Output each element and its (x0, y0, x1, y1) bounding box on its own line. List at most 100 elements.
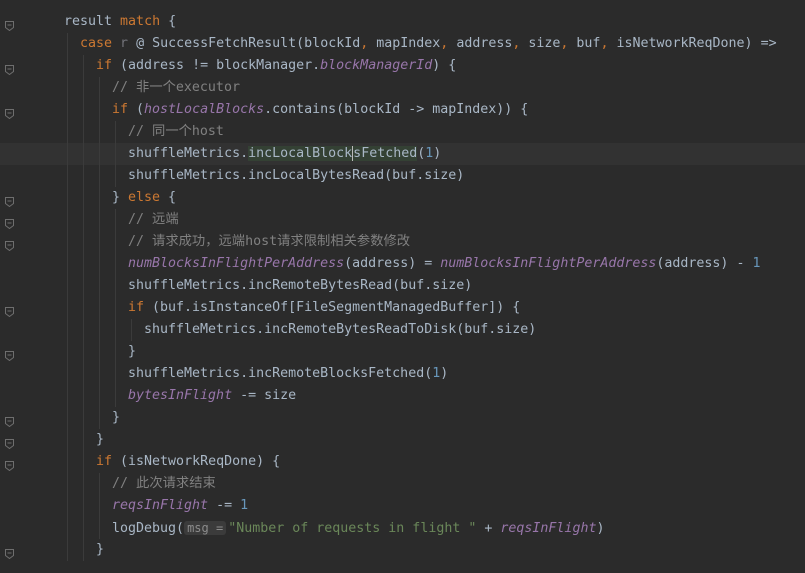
indent-guide (99, 209, 100, 231)
code-line[interactable]: case r @ SuccessFetchResult(blockId, map… (0, 33, 805, 55)
parameter-hint: msg = (184, 521, 227, 535)
code-line[interactable]: result match { (0, 11, 805, 33)
code-text: logDebug(msg = "Number of requests in fli… (112, 517, 604, 540)
indent-guide (115, 209, 116, 231)
code-token: result (64, 14, 121, 29)
fold-toggle-icon[interactable] (5, 545, 14, 560)
fold-toggle-icon[interactable] (5, 17, 14, 32)
code-token: -= size (232, 388, 297, 403)
code-token: case (80, 36, 113, 51)
code-line[interactable]: // 请求成功，远端host请求限制相关参数修改 (0, 231, 805, 253)
code-line[interactable]: } (0, 539, 805, 561)
indent-guide (115, 253, 116, 275)
code-token: (buf.isInstanceOf[FileSegmentManagedBuff… (144, 300, 521, 315)
code-text: } (96, 429, 104, 451)
code-line[interactable]: } (0, 429, 805, 451)
code-line[interactable]: // 非一个executor (0, 77, 805, 99)
code-editor[interactable]: result match {case r @ SuccessFetchResul… (0, 0, 805, 573)
code-line[interactable]: if (hostLocalBlocks.contains(blockId -> … (0, 99, 805, 121)
code-token: hostLocalBlocks (144, 102, 265, 117)
indent-guide (67, 319, 68, 341)
code-line[interactable]: } else { (0, 187, 805, 209)
code-line[interactable]: if (buf.isInstanceOf[FileSegmentManagedB… (0, 297, 805, 319)
indent-guide (99, 385, 100, 407)
indent-guide (67, 341, 68, 363)
code-line[interactable]: // 此次请求结束 (0, 473, 805, 495)
code-line[interactable]: numBlocksInFlightPerAddress(address) = n… (0, 253, 805, 275)
indent-guide (67, 187, 68, 209)
code-token: if (96, 58, 113, 73)
code-text: if (hostLocalBlocks.contains(blockId -> … (112, 99, 528, 121)
code-text: } (112, 407, 120, 429)
indent-guide (115, 319, 116, 341)
code-line[interactable]: logDebug(msg = "Number of requests in fli… (0, 517, 805, 539)
code-line[interactable]: if (address != blockManager.blockManager… (0, 55, 805, 77)
indent-guide (83, 209, 84, 231)
fold-toggle-icon[interactable] (5, 347, 14, 362)
code-line[interactable]: // 同一个host (0, 121, 805, 143)
indent-guide (115, 341, 116, 363)
code-token: } (96, 432, 105, 447)
code-line[interactable]: } (0, 341, 805, 363)
fold-toggle-icon[interactable] (5, 457, 14, 472)
indent-guide (83, 517, 84, 539)
code-text: // 远端 (128, 209, 179, 231)
fold-toggle-icon[interactable] (5, 105, 14, 120)
code-text: } else { (112, 187, 176, 209)
code-text: shuffleMetrics.incRemoteBlocksFetched(1) (128, 363, 448, 385)
code-line[interactable]: shuffleMetrics.incLocalBytesRead(buf.siz… (0, 165, 805, 187)
code-token: size (528, 36, 561, 51)
code-token: // 同一个host (128, 124, 224, 139)
code-line[interactable]: bytesInFlight -= size (0, 385, 805, 407)
indent-guide (67, 99, 68, 121)
code-token: @ SuccessFetchResult(blockId (128, 36, 361, 51)
code-text: // 同一个host (128, 121, 224, 143)
code-token: (address != blockManager. (112, 58, 321, 73)
indent-guide (83, 363, 84, 385)
indent-guide (67, 33, 68, 55)
code-text: case r @ SuccessFetchResult(blockId, map… (80, 33, 777, 55)
indent-guide (115, 165, 116, 187)
fold-toggle-icon[interactable] (5, 237, 14, 252)
fold-toggle-icon[interactable] (5, 61, 14, 76)
indent-guide (115, 275, 116, 297)
indent-guide (83, 297, 84, 319)
indent-guide (67, 165, 68, 187)
indent-guide (67, 385, 68, 407)
code-text: // 此次请求结束 (112, 473, 216, 495)
code-token: ) (433, 146, 442, 161)
indent-guide (67, 55, 68, 77)
code-token: , (440, 36, 457, 51)
code-line[interactable]: if (isNetworkReqDone) { (0, 451, 805, 473)
fold-toggle-icon[interactable] (5, 435, 14, 450)
code-token: // 非一个executor (112, 80, 240, 95)
code-token: reqsInFlight (112, 498, 209, 513)
fold-toggle-icon[interactable] (5, 193, 14, 208)
code-token: incLocalBlock (248, 146, 353, 161)
fold-toggle-icon[interactable] (5, 215, 14, 230)
code-text: shuffleMetrics.incLocalBytesRead(buf.siz… (128, 165, 464, 187)
indent-guide (67, 275, 68, 297)
code-token: } (112, 410, 121, 425)
indent-guide (67, 231, 68, 253)
code-line[interactable]: // 远端 (0, 209, 805, 231)
fold-toggle-icon[interactable] (5, 303, 14, 318)
code-line[interactable]: shuffleMetrics.incRemoteBytesReadToDisk(… (0, 319, 805, 341)
fold-toggle-icon[interactable] (5, 413, 14, 428)
code-token: reqsInFlight (500, 521, 597, 536)
indent-guide (83, 319, 84, 341)
code-token: (address) - (656, 256, 753, 271)
code-line[interactable]: shuffleMetrics.incRemoteBytesRead(buf.si… (0, 275, 805, 297)
code-text: } (128, 341, 136, 363)
code-text: reqsInFlight -= 1 (112, 495, 248, 517)
indent-guide (83, 429, 84, 451)
code-token: // 远端 (128, 212, 179, 227)
code-text: numBlocksInFlightPerAddress(address) = n… (128, 253, 760, 275)
code-token: if (128, 300, 145, 315)
code-line[interactable]: reqsInFlight -= 1 (0, 495, 805, 517)
code-line[interactable]: shuffleMetrics.incRemoteBlocksFetched(1) (0, 363, 805, 385)
code-line[interactable]: shuffleMetrics.incLocalBlocksFetched(1) (0, 143, 805, 165)
code-token: match (120, 14, 161, 29)
code-line[interactable]: } (0, 407, 805, 429)
code-token: } (112, 190, 129, 205)
